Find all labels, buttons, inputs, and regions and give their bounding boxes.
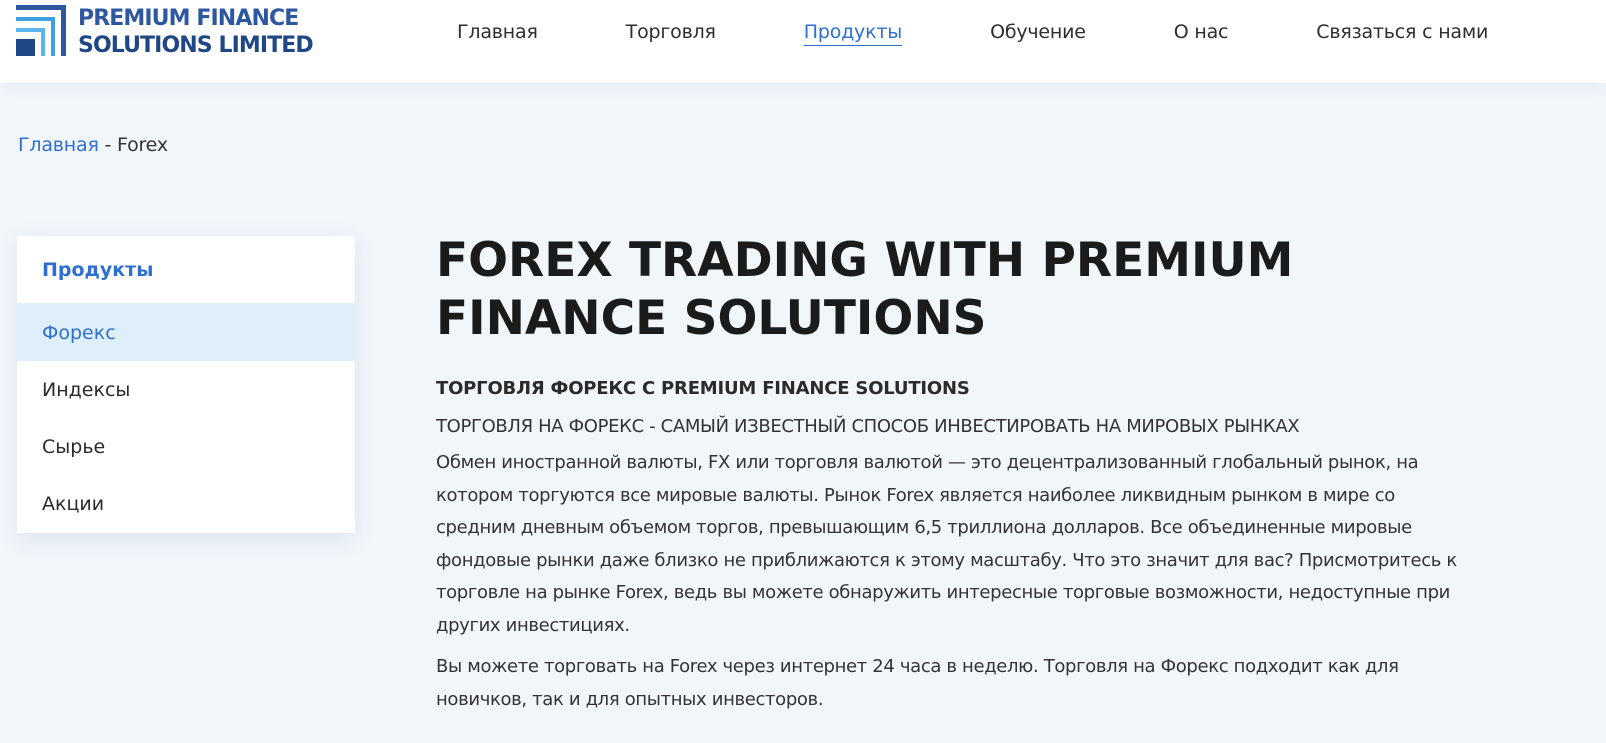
logo-text: PREMIUM FINANCE SOLUTIONS LIMITED [78,5,314,59]
site-header: PREMIUM FINANCE SOLUTIONS LIMITED Главна… [0,0,1606,83]
logo-line-2: SOLUTIONS LIMITED [78,33,314,58]
nav-item-contact[interactable]: Связаться с нами [1316,19,1488,45]
paragraph-intro: Обмен иностранной валюты, FX или торговл… [436,452,1457,636]
nav-item-products[interactable]: Продукты [803,19,902,46]
paragraph-trading-hours: Вы можете торговать на Forex через интер… [436,656,1399,710]
page-title: FOREX TRADING WITH PREMIUM FINANCE SOLUT… [436,233,1294,346]
logo-mark-icon [16,5,66,56]
breadcrumb-separator: - [98,134,118,156]
logo[interactable]: PREMIUM FINANCE SOLUTIONS LIMITED [16,5,314,59]
logo-line-1: PREMIUM FINANCE [78,6,299,31]
nav-item-about[interactable]: О нас [1174,19,1229,45]
breadcrumb-current: Forex [117,134,168,156]
sidebar-title: Продукты [17,236,355,304]
sidebar-item-indices[interactable]: Индексы [17,361,355,418]
nav-item-trading[interactable]: Торговля [626,19,716,45]
nav-item-home[interactable]: Главная [457,19,538,45]
section-subtitle: ТОРГОВЛЯ ФОРЕКС С PREMIUM FINANCE SOLUTI… [436,378,970,399]
sidebar-item-forex[interactable]: Форекс [17,304,355,361]
main-content: FOREX TRADING WITH PREMIUM FINANCE SOLUT… [436,232,1466,716]
sidebar-item-stocks[interactable]: Акции [17,475,355,532]
sidebar-item-commodities[interactable]: Сырье [17,418,355,475]
products-sidebar: Продукты Форекс Индексы Сырье Акции [17,236,355,533]
section-tagline: ТОРГОВЛЯ НА ФОРЕКС - САМЫЙ ИЗВЕСТНЫЙ СПО… [436,416,1300,437]
nav-item-education[interactable]: Обучение [990,19,1086,45]
main-nav: Главная Торговля Продукты Обучение О нас… [457,17,1488,47]
breadcrumb: Главная - Forex [18,134,168,156]
breadcrumb-home-link[interactable]: Главная [18,134,99,156]
